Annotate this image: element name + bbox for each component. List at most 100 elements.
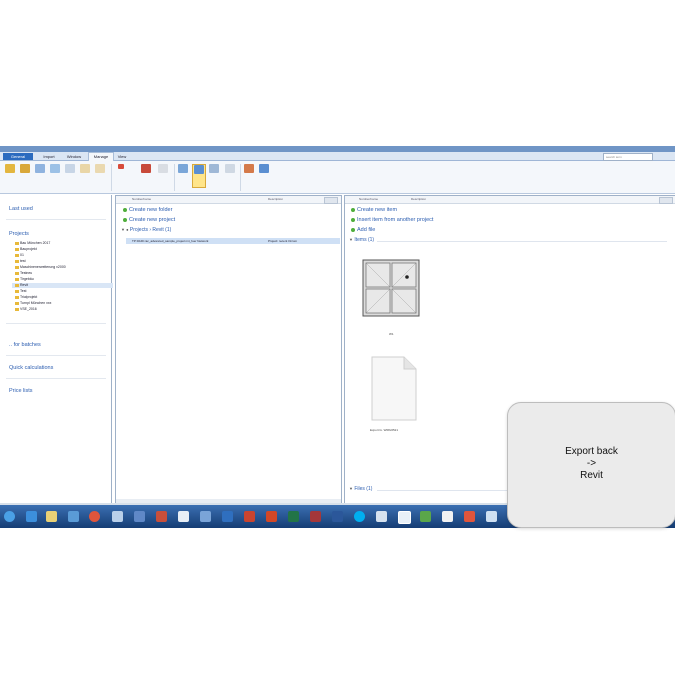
- ribbon-button-new-project[interactable]: [19, 164, 31, 186]
- chevron-down-icon: ▼ ●: [121, 227, 129, 232]
- column-number-name[interactable]: Number/name: [132, 196, 151, 203]
- app-icon-active[interactable]: [398, 511, 411, 524]
- search-input[interactable]: search term: [603, 153, 653, 161]
- file-thumbnail[interactable]: [370, 356, 418, 422]
- tab-window[interactable]: Window: [62, 153, 86, 160]
- divider: [6, 378, 106, 379]
- column-description[interactable]: Description: [268, 196, 283, 203]
- tree-item[interactable]: Trialprojekt: [15, 295, 37, 300]
- tab-view[interactable]: View: [114, 153, 130, 160]
- document-icon[interactable]: [112, 511, 123, 522]
- ribbon-button-revit-export[interactable]: [192, 164, 206, 188]
- ribbon-tab-bar: General Import Window Manage View search…: [0, 152, 675, 161]
- folder-icon: [15, 277, 19, 281]
- ribbon-button-ifc[interactable]: [208, 164, 220, 186]
- divider: [6, 219, 106, 220]
- table-row[interactable]: TP RAID rac_advanced_sample_project.rvt_…: [126, 238, 340, 244]
- outlook-icon[interactable]: [222, 511, 233, 522]
- tree-item[interactable]: Maschinenerweiterung v2000: [15, 265, 66, 270]
- app-icon[interactable]: [156, 511, 167, 522]
- tree-item[interactable]: Bau München 2017: [15, 241, 50, 246]
- export-back-revit-callout: Export back -> Revit: [507, 402, 675, 528]
- folder-icon: [15, 253, 19, 257]
- app-icon[interactable]: [464, 511, 475, 522]
- start-button-icon[interactable]: [4, 511, 15, 522]
- insert-item-link[interactable]: Insert item from another project: [351, 217, 433, 223]
- ribbon-button-import-2[interactable]: [157, 164, 169, 186]
- access-icon[interactable]: [310, 511, 321, 522]
- folder-icon: [15, 265, 19, 269]
- tree-item[interactable]: Tirgebäu: [15, 277, 34, 282]
- view-toggle-icon[interactable]: [659, 197, 673, 204]
- ribbon-button-data[interactable]: [243, 164, 255, 186]
- nav-price-lists[interactable]: Price lists: [9, 388, 33, 394]
- chevron-down-icon: ▼: [349, 237, 353, 242]
- ribbon-button-ifc-2[interactable]: [224, 164, 236, 186]
- tree-item[interactable]: VSE_2016: [15, 307, 37, 312]
- app-icon[interactable]: [68, 511, 79, 522]
- excel-icon[interactable]: [288, 511, 299, 522]
- nav-quick-calculations[interactable]: Quick calculations: [9, 365, 53, 371]
- powerpoint-icon[interactable]: [266, 511, 277, 522]
- tree-item[interactable]: Test: [15, 289, 26, 294]
- ribbon-button-data-2[interactable]: [258, 164, 270, 186]
- plus-icon: [123, 207, 127, 212]
- app-icon[interactable]: [376, 511, 387, 522]
- files-section-header[interactable]: ▼ Files (1): [349, 486, 372, 492]
- plus-icon: [123, 217, 127, 222]
- tree-item[interactable]: Bauprojekt: [15, 247, 37, 252]
- nav-for-batches[interactable]: .. for batches: [9, 342, 41, 348]
- navigation-panel: Last used Projects Bau München 2017 Baup…: [0, 195, 113, 505]
- browser-icon[interactable]: [26, 511, 37, 522]
- ribbon-button-new-item[interactable]: [34, 164, 46, 186]
- app-icon[interactable]: [244, 511, 255, 522]
- create-new-project-link[interactable]: Create new project: [123, 217, 175, 223]
- section-divider: [377, 241, 667, 242]
- nav-projects[interactable]: Projects: [9, 231, 29, 237]
- app-icon[interactable]: [200, 511, 211, 522]
- ribbon-button-lock[interactable]: [115, 164, 127, 186]
- ribbon-separator: [174, 164, 175, 191]
- tab-general[interactable]: General: [3, 153, 33, 160]
- ribbon-button-add-file[interactable]: [64, 164, 76, 186]
- ribbon-button-new-batch[interactable]: [49, 164, 61, 186]
- view-toggle-icon[interactable]: [324, 197, 338, 204]
- window-item-thumbnail[interactable]: [362, 259, 422, 319]
- folder-icon[interactable]: [46, 511, 57, 522]
- divider: [6, 355, 106, 356]
- column-number-name[interactable]: Number/name: [359, 196, 378, 203]
- create-new-item-link[interactable]: Create new item: [351, 207, 397, 213]
- add-file-link[interactable]: Add file: [351, 227, 375, 233]
- nav-last-used[interactable]: Last used: [9, 206, 33, 212]
- chrome-icon[interactable]: [89, 511, 100, 522]
- app-icon[interactable]: [420, 511, 431, 522]
- ribbon-button-import[interactable]: [140, 164, 152, 186]
- app-icon[interactable]: [134, 511, 145, 522]
- items-section-header[interactable]: ▼ Items (1): [349, 237, 374, 243]
- tab-manage[interactable]: Manage: [88, 152, 114, 161]
- ribbon-toolbar: [0, 161, 675, 194]
- ribbon-button-new-folder[interactable]: [4, 164, 16, 186]
- ribbon-button-revit-import[interactable]: [177, 164, 189, 186]
- chevron-down-icon: ▼: [349, 486, 353, 491]
- tree-item-selected[interactable]: Revit: [12, 283, 113, 288]
- create-new-folder-link[interactable]: Create new folder: [123, 207, 172, 213]
- app-icon[interactable]: [178, 511, 189, 522]
- word-icon[interactable]: [332, 511, 343, 522]
- column-description[interactable]: Description: [411, 196, 426, 203]
- tree-item[interactable]: Turnpl München xxx: [15, 301, 51, 306]
- tree-item[interactable]: test: [15, 259, 26, 264]
- tree-item[interactable]: 01: [15, 253, 24, 258]
- breadcrumb[interactable]: ▼ ● Projects › Revit (1): [121, 227, 171, 233]
- app-icon[interactable]: [442, 511, 453, 522]
- ribbon-button-delete[interactable]: [79, 164, 91, 186]
- plus-icon: [351, 207, 355, 212]
- tab-import[interactable]: Import: [38, 153, 60, 160]
- folder-icon: [15, 259, 19, 263]
- skype-icon[interactable]: [354, 511, 365, 522]
- folder-icon: [15, 295, 19, 299]
- folder-icon: [15, 307, 19, 311]
- ribbon-button-rename[interactable]: [94, 164, 106, 186]
- tree-item[interactable]: Testneu: [15, 271, 32, 276]
- app-icon[interactable]: [486, 511, 497, 522]
